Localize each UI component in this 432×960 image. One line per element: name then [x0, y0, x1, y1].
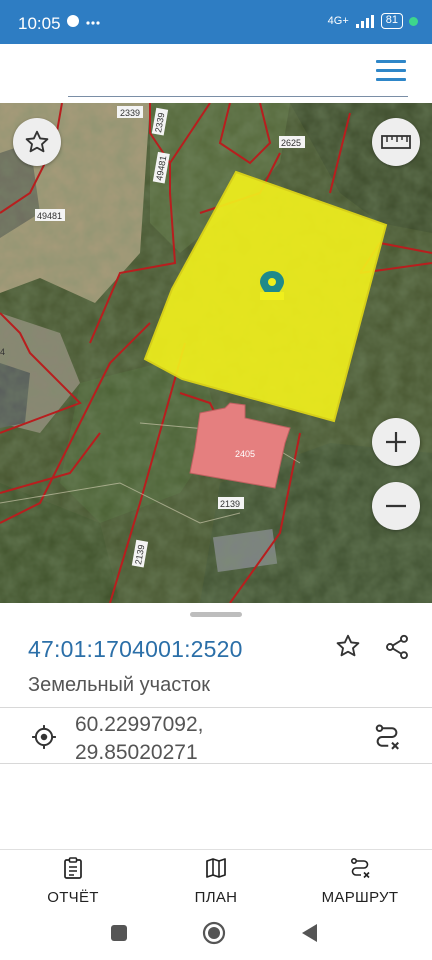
status-time: 10:05 — [18, 14, 61, 33]
divider — [0, 763, 432, 764]
star-outline-icon — [25, 130, 49, 153]
coordinates[interactable]: 60.22997092, 29.85020271 — [75, 711, 203, 767]
search-bar[interactable] — [8, 47, 424, 99]
favorite-button[interactable] — [335, 633, 361, 664]
system-navigation — [0, 907, 432, 960]
zoom-in-button[interactable] — [372, 418, 420, 466]
network-label: 4G+ — [327, 15, 349, 27]
route-icon — [350, 857, 370, 879]
active-dot-icon — [409, 16, 418, 26]
report-icon — [64, 857, 82, 879]
parcel-label: 2339 — [120, 108, 140, 118]
signal-icon — [355, 15, 374, 28]
star-outline-icon — [336, 634, 360, 657]
home-icon[interactable] — [202, 921, 226, 945]
parcel-label: 2405 — [235, 449, 255, 459]
menu-button[interactable] — [376, 60, 406, 84]
share-button[interactable] — [383, 633, 411, 666]
zoom-in-icon — [386, 432, 406, 452]
bottom-navigation: ОТЧЁТ ПЛАН МАРШРУТ — [0, 849, 432, 907]
status-bar: 10:05 4G+ 81 — [0, 0, 432, 44]
nav-report[interactable]: ОТЧЁТ — [40, 856, 106, 906]
notification-icons — [66, 14, 106, 33]
ruler-button[interactable] — [372, 118, 420, 166]
route-button[interactable] — [372, 722, 402, 757]
nav-plan-label: ПЛАН — [194, 889, 238, 906]
menu-icon — [376, 60, 406, 63]
status-indicators: 4G+ 81 — [328, 13, 418, 29]
crosshair-icon — [32, 725, 56, 749]
message-icon — [67, 15, 100, 27]
nav-route-label: МАРШРУТ — [321, 889, 399, 906]
back-icon[interactable] — [302, 924, 317, 942]
route-icon — [375, 724, 399, 750]
object-type: Земельный участок — [28, 674, 211, 696]
share-icon — [386, 634, 408, 660]
divider — [0, 707, 432, 708]
parcel-label: 4 — [0, 347, 5, 357]
nav-report-label: ОТЧЁТ — [47, 889, 99, 906]
ruler-icon — [381, 135, 411, 149]
favorite-map-button[interactable] — [13, 118, 61, 166]
coordinates-lat: 60.22997092, — [75, 713, 204, 736]
parcel-label: 2625 — [281, 138, 301, 148]
coordinates-icon-wrap — [31, 724, 57, 755]
recents-icon[interactable] — [111, 925, 127, 941]
satellite-map: 2339 2339 49481 49481 2625 2405 2139 213… — [0, 103, 432, 603]
battery-indicator: 81 — [380, 13, 403, 29]
nav-route[interactable]: МАРШРУТ — [312, 856, 408, 906]
map-icon — [206, 858, 226, 878]
search-underline — [68, 96, 408, 97]
parcel-label: 2139 — [220, 499, 240, 509]
sheet-drag-handle[interactable] — [190, 612, 242, 617]
info-sheet: 47:01:1704001:2520 Земельный участок 60.… — [0, 603, 432, 849]
zoom-out-button[interactable] — [372, 482, 420, 530]
location-pin-icon — [260, 271, 284, 300]
map-view[interactable]: 2339 2339 49481 49481 2625 2405 2139 213… — [0, 103, 432, 603]
zoom-out-icon — [386, 504, 406, 508]
cadastral-number[interactable]: 47:01:1704001:2520 — [28, 636, 243, 663]
parcel-label: 49481 — [37, 211, 62, 221]
nav-plan[interactable]: ПЛАН — [184, 856, 248, 906]
